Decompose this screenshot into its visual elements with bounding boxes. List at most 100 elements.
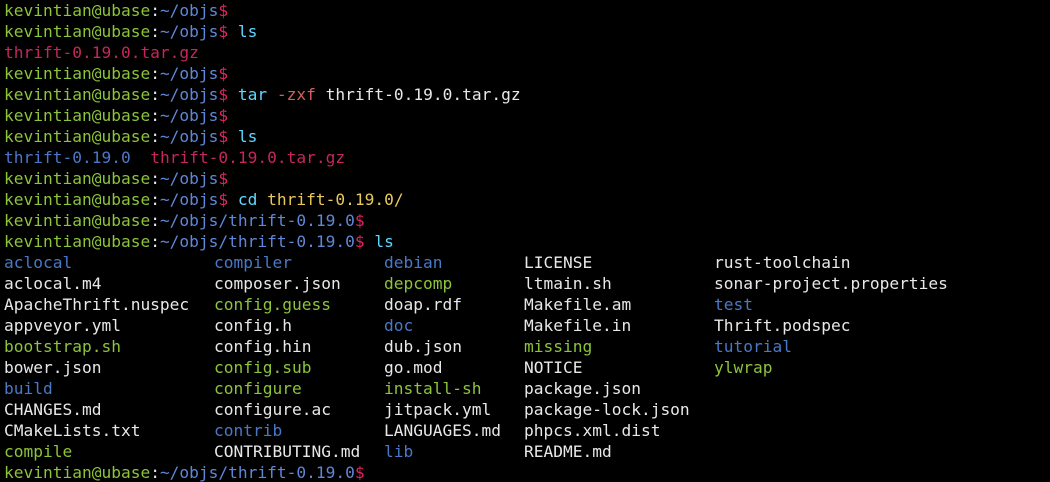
- prompt-user-host: kevintian@ubase: [4, 127, 151, 146]
- prompt-path: ~/objs: [159, 169, 219, 188]
- prompt-path: ~/objs: [159, 190, 219, 209]
- prompt-dollar: $: [218, 169, 229, 188]
- prompt-path: ~/objs: [159, 64, 219, 83]
- command-argument: thrift-0.19.0.tar.gz: [325, 85, 521, 104]
- listing-file: CONTRIBUTING.md: [214, 442, 361, 461]
- prompt-user-host: kevintian@ubase: [4, 463, 151, 482]
- listing-directory: test: [714, 295, 753, 314]
- prompt-dollar: $: [218, 64, 229, 83]
- listing-directory: contrib: [214, 421, 283, 440]
- listing-file: bower.json: [4, 358, 102, 377]
- prompt-user-host: kevintian@ubase: [4, 190, 151, 209]
- prompt-separator: :: [150, 463, 160, 482]
- listing-file: jitpack.yml: [384, 400, 492, 419]
- terminal-window[interactable]: kevintian@ubase:~/objs$ kevintian@ubase:…: [0, 0, 1050, 482]
- listing-file: sonar-project.properties: [714, 274, 948, 293]
- listing-row: CHANGES.md configure.ac jitpack.yml package…: [4, 399, 1050, 420]
- output-archive-file: thrift-0.19.0.tar.gz: [4, 43, 199, 62]
- listing-file: ApacheThrift.nuspec: [4, 295, 190, 314]
- listing-file: appveyor.yml: [4, 316, 121, 335]
- listing-row: appveyor.yml config.h doc Makefile.in Thrift…: [4, 315, 1050, 336]
- prompt-user-host: kevintian@ubase: [4, 1, 151, 20]
- prompt-path: ~/objs: [159, 127, 219, 146]
- prompt-path: ~/objs: [159, 85, 219, 104]
- prompt-line[interactable]: kevintian@ubase:~/objs/thrift-0.19.0$: [4, 462, 1050, 482]
- listing-file: Makefile.am: [524, 295, 632, 314]
- output-directory: thrift-0.19.0: [4, 148, 131, 167]
- prompt-path: ~/objs: [159, 1, 219, 20]
- command-name: cd: [237, 190, 258, 209]
- listing-executable: config.sub: [214, 358, 312, 377]
- listing-file: config.h: [214, 316, 292, 335]
- prompt-dollar: $: [218, 190, 229, 209]
- prompt-path: ~/objs: [159, 106, 219, 125]
- prompt-line: kevintian@ubase:~/objs$: [4, 0, 1050, 21]
- command-argument: thrift-0.19.0/: [267, 190, 404, 209]
- prompt-user-host: kevintian@ubase: [4, 64, 151, 83]
- prompt-line: kevintian@ubase:~/objs$: [4, 105, 1050, 126]
- listing-row: bower.json config.sub go.mod NOTICE ylwrap: [4, 357, 1050, 378]
- listing-file: package.json: [524, 379, 641, 398]
- prompt-path: ~/objs/thrift-0.19.0: [159, 463, 355, 482]
- prompt-line: kevintian@ubase:~/objs/thrift-0.19.0$ ls: [4, 231, 1050, 252]
- prompt-line: kevintian@ubase:~/objs$: [4, 63, 1050, 84]
- prompt-dollar: $: [354, 211, 365, 230]
- listing-row: ApacheThrift.nuspec config.guess doap.rdf M…: [4, 294, 1050, 315]
- prompt-separator: :: [150, 190, 160, 209]
- prompt-dollar: $: [218, 22, 229, 41]
- command-flag: -zxf: [276, 85, 316, 104]
- prompt-separator: :: [150, 22, 160, 41]
- output-line: thrift-0.19.0.tar.gz: [4, 42, 1050, 63]
- prompt-separator: :: [150, 127, 160, 146]
- listing-file: doap.rdf: [384, 295, 462, 314]
- listing-file: go.mod: [384, 358, 443, 377]
- output-archive-file: thrift-0.19.0.tar.gz: [150, 148, 346, 167]
- prompt-separator: :: [150, 169, 160, 188]
- prompt-separator: :: [150, 1, 160, 20]
- listing-executable: install-sh: [384, 379, 482, 398]
- listing-executable: compile: [4, 442, 73, 461]
- prompt-separator: :: [150, 232, 160, 251]
- listing-file: LICENSE: [524, 253, 593, 272]
- listing-file: aclocal.m4: [4, 274, 102, 293]
- listing-directory: build: [4, 379, 53, 398]
- prompt-separator: :: [150, 64, 160, 83]
- prompt-user-host: kevintian@ubase: [4, 211, 151, 230]
- listing-directory: compiler: [214, 253, 292, 272]
- listing-file: configure.ac: [214, 400, 331, 419]
- listing-file: package-lock.json: [524, 400, 690, 419]
- listing-file: CHANGES.md: [4, 400, 102, 419]
- prompt-path: ~/objs: [159, 22, 219, 41]
- listing-directory: lib: [384, 442, 414, 461]
- listing-executable: missing: [524, 337, 593, 356]
- prompt-path: ~/objs/thrift-0.19.0: [159, 211, 355, 230]
- listing-file: dub.json: [384, 337, 462, 356]
- command-name: tar: [237, 85, 268, 104]
- prompt-line: kevintian@ubase:~/objs$: [4, 168, 1050, 189]
- listing-row: CMakeLists.txt contrib LANGUAGES.md phpcs.x…: [4, 420, 1050, 441]
- listing-executable: ylwrap: [714, 358, 773, 377]
- listing-file: Makefile.in: [524, 316, 632, 335]
- prompt-dollar: $: [218, 1, 229, 20]
- prompt-separator: :: [150, 85, 160, 104]
- listing-executable: config.guess: [214, 295, 331, 314]
- listing-file: config.hin: [214, 337, 312, 356]
- prompt-line: kevintian@ubase:~/objs$ ls: [4, 21, 1050, 42]
- listing-directory: debian: [384, 253, 443, 272]
- listing-executable: bootstrap.sh: [4, 337, 121, 356]
- listing-directory: aclocal: [4, 253, 73, 272]
- listing-file: rust-toolchain: [714, 253, 851, 272]
- prompt-dollar: $: [218, 127, 229, 146]
- prompt-user-host: kevintian@ubase: [4, 22, 151, 41]
- prompt-dollar: $: [218, 85, 229, 104]
- command-name: ls: [237, 22, 258, 41]
- listing-row: compile CONTRIBUTING.md lib README.md: [4, 441, 1050, 462]
- listing-row: aclocal compiler debian LICENSE rust-toolcha…: [4, 252, 1050, 273]
- listing-file: LANGUAGES.md: [384, 421, 501, 440]
- listing-directory: doc: [384, 316, 414, 335]
- prompt-dollar: $: [218, 106, 229, 125]
- prompt-line: kevintian@ubase:~/objs$ cd thrift-0.19.0…: [4, 189, 1050, 210]
- command-name: ls: [374, 232, 394, 251]
- prompt-user-host: kevintian@ubase: [4, 85, 151, 104]
- prompt-user-host: kevintian@ubase: [4, 232, 151, 251]
